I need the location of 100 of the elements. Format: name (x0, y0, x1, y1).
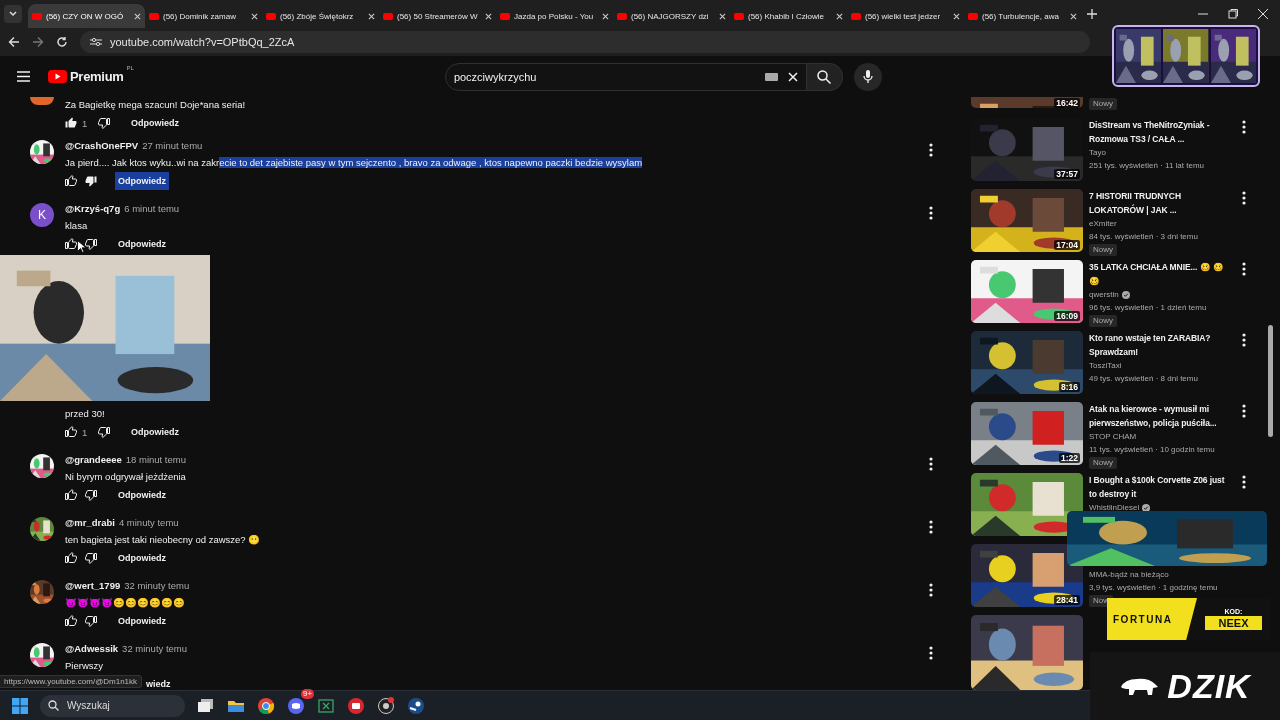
address-bar[interactable]: youtube.com/watch?v=OPtbQq_2ZcA (80, 31, 1090, 53)
like-icon[interactable] (65, 175, 77, 187)
close-icon[interactable] (1258, 9, 1268, 19)
comment-author[interactable]: @mr_drabi (65, 517, 115, 528)
reply-button[interactable]: Odpowiedz (128, 114, 182, 132)
more-icon[interactable] (929, 457, 933, 471)
like-icon[interactable] (65, 117, 77, 129)
browser-tab[interactable]: (56) 50 Streamerów W (379, 4, 496, 28)
search-field[interactable]: poczciwykrzychu (444, 62, 807, 91)
comment-author[interactable]: @grandeeee (65, 454, 122, 465)
reply-button[interactable]: Odpowiedz (115, 549, 169, 567)
more-icon[interactable] (1242, 333, 1246, 347)
browser-tab[interactable]: (56) Khabib I Człowie (730, 4, 847, 28)
browser-tab[interactable]: (56) NAJGORSZY dzi (613, 4, 730, 28)
close-icon[interactable] (485, 12, 492, 20)
reply-button[interactable]: Odpowiedz (115, 486, 169, 504)
video-title[interactable]: Atak na kierowce - wymusił mi pierwszeństwo, policja puściła... (1089, 402, 1229, 430)
comment-author[interactable]: @wert_1799 (65, 580, 121, 591)
channel-name[interactable]: eXmiter (1089, 217, 1117, 230)
site-settings-icon[interactable] (90, 37, 102, 47)
close-icon[interactable] (602, 12, 609, 20)
browser-tab[interactable]: (56) Zbóje Świętokrz (262, 4, 379, 28)
search-icon[interactable] (817, 69, 832, 84)
close-icon[interactable] (1070, 12, 1077, 20)
like-icon[interactable] (65, 552, 77, 564)
video-title[interactable]: Kto rano wstaje ten ZARABIA? Sprawdzam! (1089, 331, 1229, 359)
channel-name[interactable]: Tayo (1089, 146, 1106, 159)
keyboard-icon[interactable] (764, 72, 778, 81)
dislike-icon[interactable] (98, 426, 110, 438)
dislike-icon[interactable] (85, 238, 97, 250)
reload-icon[interactable] (56, 36, 68, 48)
dislike-icon[interactable] (98, 117, 110, 129)
reply-button[interactable]: Odpowiedz (128, 423, 182, 441)
microphone-icon[interactable] (862, 69, 873, 84)
comment-author[interactable]: @Adwessik (65, 643, 119, 654)
browser-tab[interactable]: (56) wielki test jedzer (847, 4, 964, 28)
menu-icon[interactable] (17, 71, 30, 82)
new-tab-icon[interactable] (1087, 9, 1097, 19)
crossed-box-icon[interactable] (317, 696, 335, 715)
more-icon[interactable] (1242, 191, 1246, 205)
more-icon[interactable] (1242, 262, 1246, 276)
reply-button[interactable]: Odpowiedz (115, 172, 169, 190)
record-icon[interactable] (377, 696, 395, 715)
dislike-icon[interactable] (85, 552, 97, 564)
like-icon[interactable] (65, 615, 77, 627)
comment-author[interactable]: @CrashOneFPV (65, 140, 139, 151)
taskbar-search-field[interactable]: Wyszukaj (40, 694, 185, 717)
close-icon[interactable] (134, 12, 141, 20)
reply-button[interactable]: Odpowiedz (115, 612, 169, 630)
close-icon[interactable] (953, 12, 960, 20)
video-title[interactable]: DisStream vs TheNitroZyniak - Rozmowa TS3 / CAŁA ... (1089, 118, 1229, 146)
channel-name[interactable]: TosziTaxi (1089, 359, 1122, 372)
avatar[interactable] (30, 97, 54, 105)
more-icon[interactable] (1242, 120, 1246, 134)
avatar[interactable]: K (30, 203, 54, 227)
channel-name[interactable]: MMA-bądź na bieżąco (1089, 568, 1169, 581)
reply-button[interactable]: Odpowiedz (115, 235, 169, 253)
like-icon[interactable] (65, 489, 77, 501)
microphone-button[interactable] (853, 62, 882, 91)
close-icon[interactable] (368, 12, 375, 20)
clear-icon[interactable] (787, 71, 798, 82)
game-launcher-icon[interactable] (407, 696, 425, 715)
browser-tab[interactable]: (56) CZY ON W OGÓ (28, 4, 145, 28)
more-icon[interactable] (1242, 475, 1246, 489)
browser-icon[interactable] (257, 696, 275, 715)
channel-name[interactable]: WhistlinDiesel (1089, 501, 1140, 514)
restore-icon[interactable] (1228, 9, 1238, 19)
task-view-icon[interactable] (197, 696, 215, 715)
more-icon[interactable] (1242, 404, 1246, 418)
channel-name[interactable]: qwerstin (1089, 288, 1119, 301)
search-icon[interactable] (48, 700, 59, 711)
search-button[interactable] (806, 62, 843, 91)
more-icon[interactable] (929, 143, 933, 157)
browser-tab[interactable]: Jazda po Polsku - You (496, 4, 613, 28)
close-icon[interactable] (251, 12, 258, 20)
more-icon[interactable] (929, 520, 933, 534)
scrollbar-thumb[interactable] (1268, 325, 1273, 437)
forward-icon[interactable] (32, 36, 44, 48)
video-title[interactable]: 35 LATKA CHCIAŁA MNIE... 🥴 🥴🥴 (1089, 260, 1229, 288)
reply-button[interactable]: wiedz (143, 675, 174, 690)
more-icon[interactable] (929, 583, 933, 597)
like-icon[interactable] (65, 238, 77, 250)
close-icon[interactable] (836, 12, 843, 20)
channel-name[interactable]: STOP CHAM (1089, 430, 1137, 443)
start-icon[interactable] (12, 697, 28, 714)
caret-icon[interactable] (9, 11, 17, 17)
close-icon[interactable] (719, 12, 726, 20)
dislike-icon[interactable] (85, 175, 97, 187)
more-icon[interactable] (929, 646, 933, 660)
dislike-icon[interactable] (85, 615, 97, 627)
dislike-icon[interactable] (85, 489, 97, 501)
like-icon[interactable] (65, 426, 77, 438)
back-icon[interactable] (8, 36, 20, 48)
video-title[interactable]: 7 HISTORII TRUDNYCH LOKATORÓW | JAK ... (1089, 189, 1229, 217)
comment-author[interactable]: @Krzyś-q7g (65, 203, 121, 214)
tab-list-button[interactable] (4, 5, 22, 23)
browser-tab[interactable]: (56) Dominik zamaw (145, 4, 262, 28)
chat-app-icon[interactable] (287, 696, 305, 715)
video-title[interactable]: I Bought a $100k Corvette Z06 just to destroy it (1089, 473, 1229, 501)
more-icon[interactable] (929, 206, 933, 220)
